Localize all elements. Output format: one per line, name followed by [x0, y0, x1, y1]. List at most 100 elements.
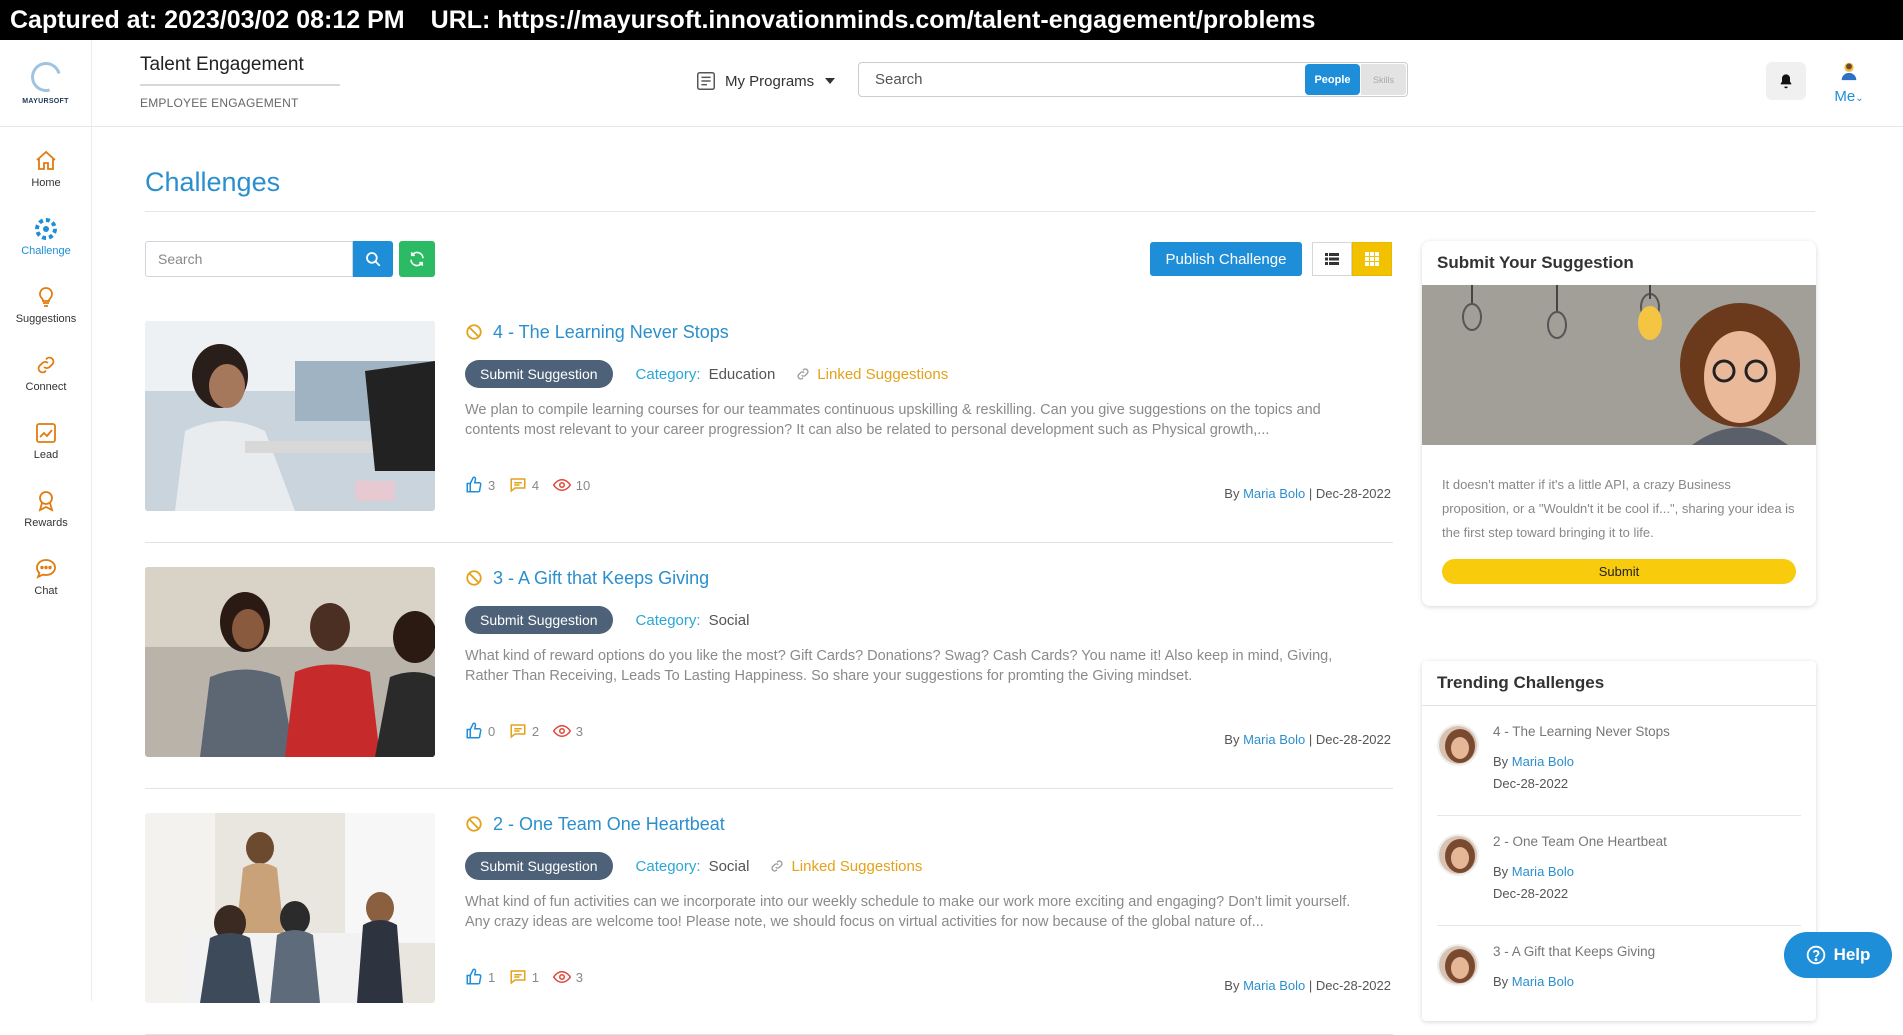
link-icon: [771, 860, 783, 872]
submit-suggestion-button[interactable]: Submit Suggestion: [465, 606, 613, 634]
chat-icon: [36, 559, 56, 579]
ban-icon: [466, 816, 482, 832]
linked-suggestions-link[interactable]: Linked Suggestions: [769, 858, 922, 875]
me-label: Me: [1834, 88, 1856, 105]
views-count: 10: [575, 477, 591, 493]
trending-item[interactable]: 2 - One Team One Heartbeat By Maria Bolo…: [1437, 816, 1801, 926]
refresh-icon: [410, 251, 424, 267]
sidebar-item-connect[interactable]: Connect: [0, 353, 92, 393]
author-link[interactable]: Maria Bolo: [1512, 864, 1574, 879]
search-button[interactable]: [353, 241, 393, 277]
likes-stat[interactable]: 1: [465, 968, 495, 986]
category-value: Education: [708, 365, 776, 383]
linked-suggestions-label: Linked Suggestions: [817, 365, 949, 383]
author-link[interactable]: Maria Bolo: [1243, 978, 1305, 993]
comments-stat[interactable]: 1: [509, 968, 539, 986]
caret-down-icon: [825, 78, 836, 84]
challenge-title-text: 4 - The Learning Never Stops: [493, 321, 729, 342]
by-label: By: [1224, 978, 1240, 993]
sidebar-item-lead[interactable]: Lead: [0, 421, 92, 461]
global-search-input[interactable]: [859, 63, 1305, 96]
trending-item-date: Dec-28-2022: [1493, 886, 1569, 901]
comments-stat[interactable]: 4: [509, 476, 539, 494]
challenge-body: 3 - A Gift that Keeps Giving Submit Sugg…: [465, 567, 1393, 747]
notifications-button[interactable]: [1766, 62, 1806, 100]
byline: By Maria Bolo | Dec-28-2022: [1224, 978, 1391, 993]
thumbs-up-icon: [466, 968, 482, 985]
refresh-button[interactable]: [399, 241, 435, 277]
challenge-search-input[interactable]: [145, 241, 353, 277]
post-date: | Dec-28-2022: [1308, 486, 1391, 501]
suggestion-panel-title: Submit Your Suggestion: [1437, 253, 1634, 272]
trending-panel: Trending Challenges 4 - The Learning Nev…: [1422, 661, 1816, 1021]
top-header: MAYURSOFT Talent Engagement EMPLOYEE ENG…: [0, 40, 1903, 127]
challenge-image[interactable]: [145, 567, 435, 757]
capture-url: URL: https://mayursoft.innovationminds.c…: [430, 6, 1316, 34]
challenge-title[interactable]: 2 - One Team One Heartbeat: [465, 813, 1393, 835]
sidebar: Home Challenge Suggestions Connect Lead …: [0, 127, 92, 1001]
logo-swirl-icon: [25, 56, 66, 98]
likes-count: 1: [488, 969, 496, 985]
challenge-body: 2 - One Team One Heartbeat Submit Sugges…: [465, 813, 1393, 993]
user-menu[interactable]: Me⌄: [1826, 60, 1872, 105]
brand-title: Talent Engagement: [140, 54, 340, 86]
comment-icon: [510, 970, 526, 985]
challenge-meta: Submit Suggestion Category: Social Linke…: [465, 852, 1393, 880]
trending-item-byline: By Maria Bolo: [1493, 974, 1574, 989]
link-icon: [37, 356, 55, 374]
challenge-title[interactable]: 3 - A Gift that Keeps Giving: [465, 567, 1393, 589]
likes-stat[interactable]: 0: [465, 722, 495, 740]
eye-icon: [552, 478, 571, 492]
post-date: | Dec-28-2022: [1308, 978, 1391, 993]
comments-count: 1: [531, 969, 540, 985]
thumbs-up-icon: [466, 722, 482, 739]
sidebar-item-challenge[interactable]: Challenge: [0, 217, 92, 257]
publish-challenge-button[interactable]: Publish Challenge: [1150, 242, 1302, 276]
logo[interactable]: MAYURSOFT: [0, 40, 92, 127]
my-programs-dropdown[interactable]: My Programs: [695, 70, 836, 92]
by-label: By: [1493, 754, 1509, 769]
submit-suggestion-button[interactable]: Submit Suggestion: [465, 360, 613, 388]
submit-suggestion-button[interactable]: Submit Suggestion: [465, 852, 613, 880]
sidebar-item-label: Home: [31, 177, 61, 189]
trending-item[interactable]: 4 - The Learning Never Stops By Maria Bo…: [1437, 706, 1801, 816]
capture-bar: Captured at: 2023/03/02 08:12 PM URL: htt…: [0, 0, 1903, 40]
challenge-image[interactable]: [145, 813, 435, 1003]
category-label: Category:: [635, 857, 701, 875]
list-view-toggle[interactable]: [1312, 242, 1352, 276]
author-link[interactable]: Maria Bolo: [1512, 754, 1574, 769]
submit-suggestion-panel-button[interactable]: Submit: [1442, 559, 1796, 584]
challenge-title[interactable]: 4 - The Learning Never Stops: [465, 321, 1393, 343]
post-date: | Dec-28-2022: [1308, 732, 1391, 747]
likes-stat[interactable]: 3: [465, 476, 495, 494]
trending-item[interactable]: 3 - A Gift that Keeps Giving By Maria Bo…: [1437, 926, 1801, 1021]
suggestion-panel: Submit Your Suggestion It doesn't matter…: [1422, 241, 1816, 606]
category-label: Category:: [635, 365, 701, 383]
challenge-icon: [35, 218, 57, 240]
home-icon: [36, 150, 56, 170]
sidebar-item-chat[interactable]: Chat: [0, 557, 92, 597]
grid-view-toggle[interactable]: [1352, 242, 1392, 276]
linked-suggestions-link[interactable]: Linked Suggestions: [795, 366, 948, 383]
views-stat: 3: [552, 968, 583, 986]
trending-item-title: 3 - A Gift that Keeps Giving: [1493, 944, 1656, 959]
author-link[interactable]: Maria Bolo: [1243, 732, 1305, 747]
challenge-body: 4 - The Learning Never Stops Submit Sugg…: [465, 321, 1393, 501]
category-value: Social: [708, 857, 750, 875]
help-button[interactable]: Help: [1784, 932, 1892, 978]
user-avatar-icon: [1841, 62, 1857, 81]
author-link[interactable]: Maria Bolo: [1243, 486, 1305, 501]
sidebar-item-suggestions[interactable]: Suggestions: [0, 285, 92, 325]
sidebar-item-label: Suggestions: [15, 313, 77, 325]
author-link[interactable]: Maria Bolo: [1512, 974, 1574, 989]
challenge-description: What kind of fun activities can we incor…: [465, 894, 1351, 930]
sidebar-item-home[interactable]: Home: [0, 149, 92, 189]
views-count: 3: [575, 723, 583, 739]
challenge-image[interactable]: [145, 321, 435, 511]
search-skills-toggle[interactable]: Skills: [1361, 64, 1406, 95]
sidebar-item-label: Connect: [25, 381, 67, 393]
search-people-toggle[interactable]: People: [1305, 64, 1360, 95]
sidebar-item-rewards[interactable]: Rewards: [0, 489, 92, 529]
comments-stat[interactable]: 2: [509, 722, 539, 740]
eye-icon: [552, 970, 571, 984]
